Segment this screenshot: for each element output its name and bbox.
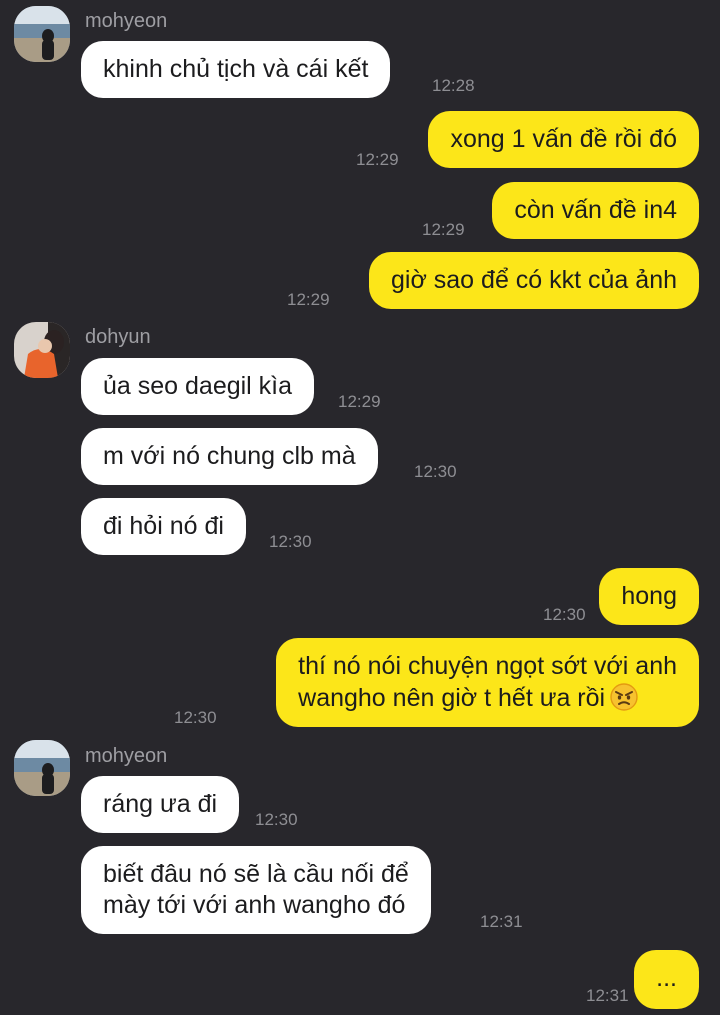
message-time: 12:31 <box>480 912 523 931</box>
message-bubble-incoming[interactable]: đi hỏi nó đi <box>81 498 246 555</box>
message-time: 12:29 <box>338 392 381 411</box>
chat-room: mohyeon khinh chủ tịch và cái kết 12:28 … <box>0 0 720 1015</box>
message-text: hong <box>621 582 677 610</box>
message-text: giờ sao để có kkt của ảnh <box>390 266 677 294</box>
message-bubble-outgoing[interactable]: xong 1 vấn đề rồi đó <box>428 111 699 168</box>
message-bubble-incoming[interactable]: biết đâu nó sẽ là cầu nối để mày tới với… <box>81 846 431 934</box>
sender-name: mohyeon <box>85 10 168 32</box>
message-time: 12:29 <box>287 290 330 309</box>
message-time: 12:29 <box>356 150 399 169</box>
message-time: 12:30 <box>543 605 586 624</box>
message-time: 12:30 <box>414 462 457 481</box>
message-text-line: thí nó nói chuyện ngọt sớt với anh <box>298 652 677 680</box>
message-text: wangho nên giờ t hết ưa rồi <box>298 684 606 712</box>
message-text-line-with-emoji: wangho nên giờ t hết ưa rồi <box>298 682 677 714</box>
message-text: khinh chủ tịch và cái kết <box>103 55 369 83</box>
message-bubble-incoming[interactable]: khinh chủ tịch và cái kết <box>81 41 391 98</box>
message-time: 12:30 <box>255 810 298 829</box>
avatar-mohyeon[interactable] <box>14 740 70 796</box>
message-bubble-outgoing[interactable]: còn vấn đề in4 <box>492 182 699 239</box>
message-time: 12:31 <box>586 986 629 1005</box>
message-bubble-incoming[interactable]: m với nó chung clb mà <box>81 428 378 485</box>
message-text: ... <box>656 964 677 992</box>
avatar-mohyeon[interactable] <box>14 6 70 62</box>
message-text: còn vấn đề in4 <box>514 196 677 224</box>
message-bubble-incoming[interactable]: ráng ưa đi <box>81 776 240 833</box>
sender-name: mohyeon <box>85 745 168 767</box>
message-bubble-incoming[interactable]: ủa seo daegil kìa <box>81 358 315 415</box>
message-bubble-outgoing[interactable]: thí nó nói chuyện ngọt sớt với anh wangh… <box>276 638 699 727</box>
angry-face-emoji <box>610 683 638 711</box>
message-bubble-outgoing[interactable]: giờ sao để có kkt của ảnh <box>368 252 699 309</box>
message-text: xong 1 vấn đề rồi đó <box>450 125 677 153</box>
message-time: 12:30 <box>174 708 217 727</box>
message-text-line: biết đâu nó sẽ là cầu nối để <box>103 860 409 888</box>
message-time: 12:28 <box>432 76 475 95</box>
message-bubble-outgoing[interactable]: ... <box>634 950 699 1009</box>
sender-name: dohyun <box>85 326 151 348</box>
message-text: đi hỏi nó đi <box>103 512 224 540</box>
message-text: ráng ưa đi <box>103 790 218 818</box>
message-time: 12:30 <box>269 532 312 551</box>
message-text-line: mày tới với anh wangho đó <box>103 891 406 919</box>
message-time: 12:29 <box>422 220 465 239</box>
message-text: ủa seo daegil kìa <box>103 372 293 400</box>
avatar-dohyun[interactable] <box>14 322 70 378</box>
message-text: m với nó chung clb mà <box>103 442 356 470</box>
message-bubble-outgoing[interactable]: hong <box>599 568 699 625</box>
